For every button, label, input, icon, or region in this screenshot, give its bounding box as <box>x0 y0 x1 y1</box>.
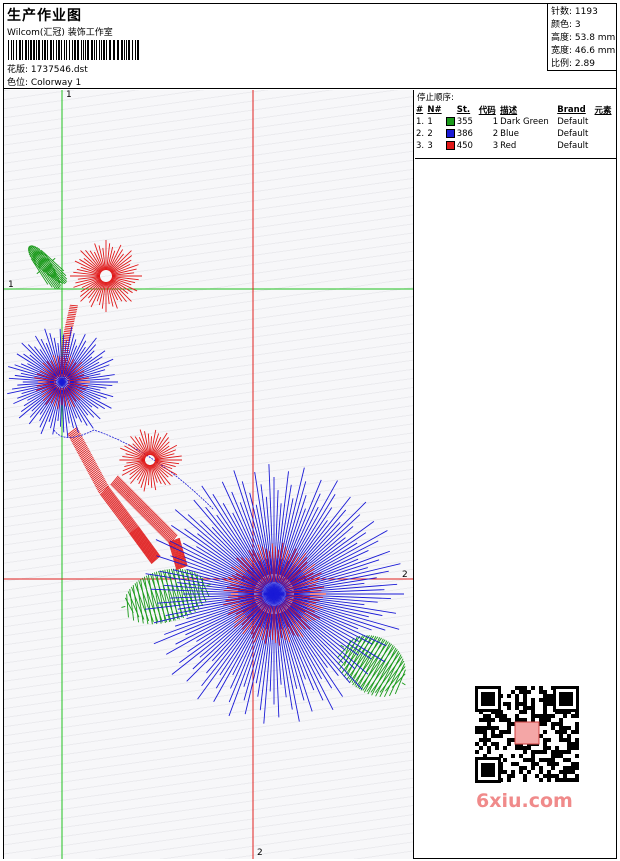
design-file-label: 花版: 1737546.dst <box>7 65 88 75</box>
design-height: 高度: 53.8 mm <box>551 33 616 43</box>
col-header: Brand <box>557 105 586 115</box>
page-title: 生产作业图 <box>7 8 82 24</box>
col-header: # <box>416 105 424 115</box>
stitch-count: 针数: 1193 <box>551 7 598 17</box>
row-description: Blue <box>500 129 519 139</box>
row-brand: Default <box>557 129 589 139</box>
color-swatch <box>445 141 455 150</box>
qr-code-image <box>471 682 583 787</box>
embroidery-drawing <box>4 90 413 859</box>
table-row: 1. 1 355 1 Dark Green Default <box>415 116 615 128</box>
color-swatch <box>445 117 455 126</box>
col-header: 描述 <box>500 106 518 116</box>
col-header: 元素 <box>594 106 612 116</box>
embroidery-preview: 1 1 2 2 <box>4 90 414 859</box>
row-index: 1. <box>416 117 425 127</box>
panel-divider <box>415 158 616 159</box>
sheet-header: 生产作业图 Wilcom(汇冠) 装饰工作室 花版: 1737546.dst 色… <box>4 4 616 89</box>
row-needle: 3 <box>427 141 433 151</box>
col-header: St. <box>456 105 471 115</box>
color-count: 颜色: 3 <box>551 20 581 30</box>
stop-sequence-title: 停止顺序: <box>417 93 454 103</box>
row-code: 1 <box>492 117 499 127</box>
axis-label-h2: 2 <box>402 570 408 580</box>
row-code: 3 <box>492 141 499 151</box>
color-swatch <box>445 129 455 138</box>
colorway-label: 色位: Colorway 1 <box>7 78 82 88</box>
row-needle: 1 <box>427 117 433 127</box>
row-description: Dark Green <box>500 117 549 127</box>
row-description: Red <box>500 141 517 151</box>
embroidery-flowers <box>7 240 406 724</box>
row-brand: Default <box>557 117 589 127</box>
row-brand: Default <box>557 141 589 151</box>
table-header-row: # N# St. 代码 描述 Brand 元素 <box>415 104 615 116</box>
stats-box: 针数: 1193 颜色: 3 高度: 53.8 mm 宽度: 46.6 mm 比… <box>547 4 616 71</box>
stitch-count-value: 450 <box>456 141 473 151</box>
axis-label-v1: 1 <box>66 90 72 100</box>
col-header: 代码 <box>478 106 496 116</box>
stitch-count-value: 386 <box>456 129 473 139</box>
row-stitches: 386 <box>445 128 478 140</box>
stop-sequence-table: # N# St. 代码 描述 Brand 元素 1. 1 355 1 Dark Gree… <box>415 104 615 152</box>
col-header: N# <box>427 105 442 115</box>
table-row: 3. 3 450 3 Red Default <box>415 140 615 152</box>
barcode-image <box>8 40 139 60</box>
company-name: Wilcom(汇冠) 装饰工作室 <box>7 28 113 38</box>
design-width: 宽度: 46.6 mm <box>551 46 616 56</box>
axis-label-h1: 1 <box>8 280 14 290</box>
row-index: 2. <box>416 129 425 139</box>
row-index: 3. <box>416 141 425 151</box>
row-code: 2 <box>492 129 499 139</box>
row-needle: 2 <box>427 129 433 139</box>
design-scale: 比例: 2.89 <box>551 59 595 69</box>
watermark-site: 6xiu.com <box>476 790 573 812</box>
table-row: 2. 2 386 2 Blue Default <box>415 128 615 140</box>
axis-label-v2: 2 <box>257 848 263 858</box>
stitch-count-value: 355 <box>456 117 473 127</box>
row-stitches: 450 <box>445 140 478 152</box>
row-stitches: 355 <box>445 116 478 128</box>
